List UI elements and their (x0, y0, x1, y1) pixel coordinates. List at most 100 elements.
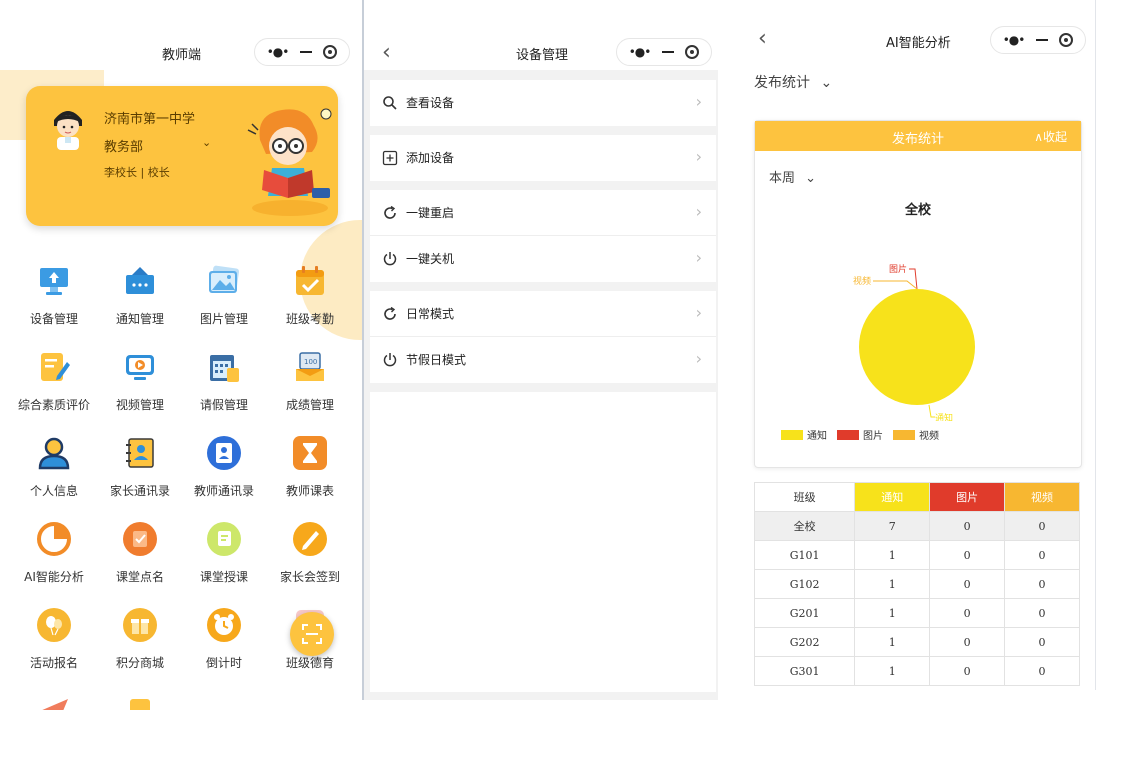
table-row[interactable]: G101 1 0 0 (753, 540, 1080, 570)
alarm-clock-icon (205, 606, 243, 644)
grid-item-countdown[interactable]: 倒计时 (180, 606, 268, 671)
stat-type-label: 发布统计 (754, 75, 810, 91)
stats-table: 班级 通知 图片 视频 全校 7 0 0 G101 1 0 0 G102 1 0… (753, 482, 1080, 686)
menu-label: 查看设备 (406, 96, 455, 110)
grid-item-video-manage[interactable]: 视频管理 (96, 348, 184, 413)
grid-item-partial-2[interactable] (96, 692, 184, 710)
mini-program-capsule[interactable]: •●• (616, 38, 712, 66)
grid-item-roll-call[interactable]: 课堂点名 (96, 520, 184, 585)
picture-icon (205, 262, 243, 300)
mini-program-capsule[interactable]: •●• (990, 26, 1086, 54)
menu-item-holiday-mode[interactable]: 节假日模式 › (370, 337, 716, 383)
more-icon[interactable]: •●• (629, 45, 652, 59)
grid-item-partial-1[interactable] (10, 692, 98, 710)
menu-label: 日常模式 (406, 307, 455, 321)
grid-item-personal-info[interactable]: 个人信息 (10, 434, 98, 499)
period-dropdown[interactable]: 本周 ⌄ (769, 167, 816, 186)
col-header-notice: 通知 (854, 482, 931, 512)
grid-item-parent-contacts[interactable]: 家长通讯录 (96, 434, 184, 499)
grid-item-teacher-schedule[interactable]: 教师课表 (266, 434, 354, 499)
grid-item-picture-manage[interactable]: 图片管理 (180, 262, 268, 327)
chevron-right-icon: › (695, 248, 702, 267)
grid-item-device-manage[interactable]: 设备管理 (10, 262, 98, 327)
pie-slice-0[interactable] (859, 289, 975, 405)
menu-item-view-devices[interactable]: 查看设备 › (370, 80, 716, 126)
scan-button[interactable] (290, 612, 334, 656)
search-icon (383, 96, 397, 110)
table-cell: 0 (929, 598, 1006, 628)
restart-icon (384, 306, 396, 320)
table-cell: 全校 (753, 511, 856, 541)
close-target-icon[interactable] (323, 45, 338, 59)
more-icon[interactable]: •●• (267, 45, 290, 59)
pie-chart-icon (35, 520, 73, 558)
score-card-icon: 100 (291, 348, 329, 386)
table-row[interactable]: 全校 7 0 0 (753, 511, 1080, 541)
grid-item-teacher-contacts[interactable]: 教师通讯录 (180, 434, 268, 499)
grid-item-parent-meeting-signin[interactable]: 家长会签到 (266, 520, 354, 585)
legend-item-picture[interactable]: 图片 (837, 427, 883, 442)
stat-type-dropdown[interactable]: 发布统计 ⌄ (754, 72, 832, 92)
chevron-down-icon: ⌄ (805, 171, 817, 186)
grid-item-leave-manage[interactable]: 请假管理 (180, 348, 268, 413)
grid-item-score-manage[interactable]: 100 成绩管理 (266, 348, 354, 413)
grid-label: 设备管理 (29, 312, 78, 326)
menu-group-add: 添加设备 › (370, 135, 716, 181)
teacher-contacts-icon (205, 434, 243, 472)
partial-icon (121, 692, 159, 710)
grid-item-lecture[interactable]: 课堂授课 (180, 520, 268, 585)
minimize-icon[interactable] (299, 51, 312, 53)
legend-item-video[interactable]: 视频 (893, 427, 939, 442)
table-row[interactable]: G202 1 0 0 (753, 627, 1080, 657)
grid-label: 图片管理 (199, 312, 248, 326)
table-row[interactable]: G201 1 0 0 (753, 598, 1080, 628)
close-target-icon[interactable] (685, 45, 700, 59)
grid-item-quality-evaluation[interactable]: 综合素质评价 (10, 348, 98, 413)
table-cell: 7 (854, 511, 931, 541)
table-cell: G301 (753, 656, 856, 686)
table-cell: 0 (929, 569, 1006, 599)
back-arrow-icon[interactable]: ‹ (382, 40, 391, 65)
table-cell: 0 (1004, 540, 1080, 570)
chevron-right-icon: › (695, 202, 702, 221)
chevron-down-icon[interactable]: ⌄ (202, 136, 211, 149)
menu-item-restart-all[interactable]: 一键重启 › (370, 190, 716, 236)
table-cell: 0 (929, 540, 1006, 570)
grid-label: 班级德育 (285, 656, 334, 670)
department-selector[interactable]: 教务部 (104, 136, 143, 155)
menu-item-shutdown-all[interactable]: 一键关机 › (370, 236, 716, 282)
grid-item-activity-signup[interactable]: 活动报名 (10, 606, 98, 671)
grid-item-notice-manage[interactable]: 通知管理 (96, 262, 184, 327)
power-icon (383, 252, 397, 266)
table-header-row: 班级 通知 图片 视频 (753, 482, 1080, 512)
close-target-icon[interactable] (1059, 33, 1074, 47)
grid-item-class-attendance[interactable]: 班级考勤 (266, 262, 354, 327)
menu-item-add-device[interactable]: 添加设备 › (370, 135, 716, 181)
legend-label: 视频 (919, 431, 939, 442)
pie-label-1: 图片 (889, 263, 907, 275)
menu-item-daily-mode[interactable]: 日常模式 › (370, 291, 716, 337)
chevron-right-icon: › (695, 92, 702, 111)
calendar-leave-icon (205, 348, 243, 386)
table-row[interactable]: G102 1 0 0 (753, 569, 1080, 599)
table-cell: 1 (854, 569, 931, 599)
grid-label: 请假管理 (199, 398, 248, 412)
profile-card: 济南市第一中学 教务部 ⌄ 李校长 | 校长 (26, 86, 338, 226)
minimize-icon[interactable] (1035, 39, 1048, 41)
grid-item-points-mall[interactable]: 积分商城 (96, 606, 184, 671)
device-manage-panel: ‹ 设备管理 •●• 查看设备 › 添加设备 › 一键重启 › 一键关机 › 日… (362, 0, 718, 700)
notice-board-icon (121, 262, 159, 300)
grid-item-ai-analysis[interactable]: AI智能分析 (10, 520, 98, 585)
page-title: 教师端 (162, 48, 202, 63)
table-row[interactable]: G301 1 0 0 (753, 656, 1080, 686)
collapse-button[interactable]: ∧收起 (1034, 128, 1067, 145)
legend-item-notice[interactable]: 通知 (781, 427, 827, 442)
grid-label: 班级考勤 (285, 312, 334, 326)
chart-title: 全校 (904, 203, 931, 218)
table-cell: 1 (854, 540, 931, 570)
minimize-icon[interactable] (661, 51, 674, 53)
back-arrow-icon[interactable]: ‹ (758, 26, 767, 51)
table-cell: 0 (929, 627, 1006, 657)
mini-program-capsule[interactable]: •●• (254, 38, 350, 66)
more-icon[interactable]: •●• (1003, 33, 1026, 47)
